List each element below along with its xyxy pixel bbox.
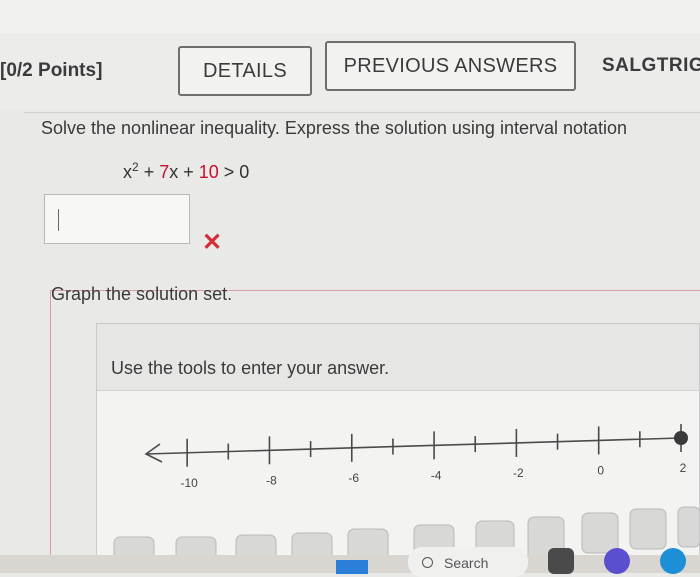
- details-button[interactable]: DETAILS: [178, 46, 312, 96]
- filled-endpoint[interactable]: [674, 431, 688, 445]
- file-explorer-icon[interactable]: [548, 548, 574, 574]
- tick-label: -6: [348, 471, 359, 485]
- inequality: x2 + 7x + 10 > 0: [123, 160, 249, 183]
- inequality-tail: > 0: [218, 162, 250, 182]
- search-label: Search: [444, 555, 489, 571]
- tool-header: Use the tools to enter your answer.: [97, 324, 699, 391]
- windows-start-icon[interactable]: [336, 560, 368, 574]
- tool-clear[interactable]: [629, 508, 667, 550]
- text-caret: [58, 209, 59, 231]
- tick-label: -4: [431, 468, 442, 482]
- points-label: [0/2 Points]: [0, 60, 103, 81]
- inequality-constant: 10: [198, 162, 219, 182]
- edge-icon[interactable]: [660, 548, 686, 574]
- top-strip: [0, 0, 700, 34]
- teams-icon[interactable]: [604, 548, 630, 574]
- inequality-base: x: [123, 162, 132, 182]
- graph-label: Graph the solution set.: [51, 284, 233, 304]
- tick-label: -2: [513, 466, 524, 480]
- tool-prompt: Use the tools to enter your answer.: [111, 358, 390, 378]
- tick-label: 0: [597, 463, 604, 477]
- inequality-coefficient: 7: [159, 162, 170, 182]
- source-label: SALGTRIG: [602, 55, 700, 76]
- tool-reset[interactable]: [581, 512, 619, 554]
- inequality-var: x +: [169, 162, 199, 182]
- x-icon: ✕: [202, 229, 223, 256]
- number-line-axis: [145, 437, 682, 455]
- tick-label: 2: [680, 461, 687, 475]
- inequality-exponent: 2: [132, 160, 139, 174]
- inequality-mid: +: [138, 162, 160, 182]
- answer-input[interactable]: [44, 194, 190, 244]
- number-line[interactable]: -10 -8 -6 -4 -2 0 2: [96, 400, 700, 510]
- number-line-ticks: [186, 424, 682, 467]
- search-icon: [422, 557, 433, 568]
- question-prompt: Solve the nonlinear inequality. Express …: [41, 118, 628, 138]
- tool-extra[interactable]: [677, 506, 700, 548]
- number-line-labels: -10 -8 -6 -4 -2 0 2: [180, 461, 686, 490]
- header-divider: [24, 112, 700, 113]
- tick-label: -8: [266, 473, 277, 487]
- tick-label: -10: [180, 476, 198, 490]
- previous-answers-button[interactable]: PREVIOUS ANSWERS: [325, 41, 576, 91]
